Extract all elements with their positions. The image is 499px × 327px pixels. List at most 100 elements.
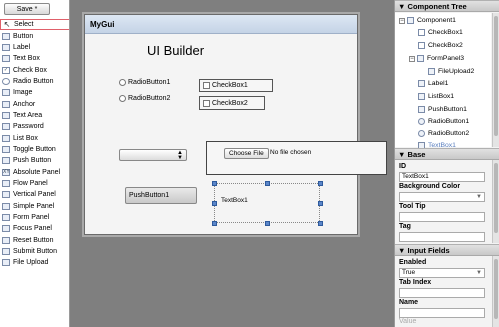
tree-item-radiobutton2[interactable]: RadioButton2 (418, 130, 469, 137)
checkbox-icon: ✓ (2, 66, 10, 74)
scroll-thumb[interactable] (494, 163, 498, 233)
palette-item-select[interactable]: ↖ Select (0, 19, 69, 31)
tree-item-listbox1[interactable]: ListBox1 (418, 93, 454, 100)
tree-item-formpanel3[interactable]: − FormPanel3 (409, 55, 464, 62)
resize-handle[interactable] (318, 201, 323, 206)
tag-field[interactable] (399, 232, 485, 242)
design-window[interactable]: MyGui UI Builder RadioButton1 RadioButto… (84, 14, 387, 235)
collapse-triangle-icon: ▼ (398, 246, 406, 255)
tree-item-pushbutton1[interactable]: PushButton1 (418, 106, 467, 113)
resize-handle[interactable] (212, 201, 217, 206)
palette-item-checkbox[interactable]: ✓ Check Box (0, 64, 69, 75)
base-scrollbar[interactable] (492, 160, 499, 243)
palette-item-file-upload[interactable]: File Upload (0, 257, 69, 268)
scroll-thumb[interactable] (494, 16, 498, 136)
listbox-1[interactable]: ▲ ▼ (119, 149, 187, 161)
save-button[interactable]: Save * (4, 3, 50, 15)
input-fields-scrollbar[interactable] (492, 256, 499, 327)
ui-builder-heading[interactable]: UI Builder (147, 43, 204, 58)
palette-item-flow-panel[interactable]: Flow Panel (0, 178, 69, 189)
resize-handle[interactable] (265, 221, 270, 226)
name-field[interactable] (399, 308, 485, 318)
checkbox-label: CheckBox2 (212, 99, 248, 107)
palette-item-label: Radio Button (13, 77, 54, 85)
component-tree-header[interactable]: ▼ Component Tree (395, 0, 499, 12)
resize-handle[interactable] (318, 221, 323, 226)
scroll-thumb[interactable] (494, 259, 498, 319)
palette-item-textarea[interactable]: Text Area (0, 110, 69, 121)
tree-item-fileupload2[interactable]: FileUpload2 (428, 68, 474, 75)
palette-item-reset-button[interactable]: Reset Button (0, 235, 69, 246)
tree-label: CheckBox2 (428, 42, 463, 49)
palette-item-simple-panel[interactable]: Simple Panel (0, 201, 69, 212)
tree-label: RadioButton1 (428, 118, 470, 125)
palette-item-vertical-panel[interactable]: Vertical Panel (0, 189, 69, 200)
palette-item-textbox[interactable]: Text Box (0, 53, 69, 64)
input-fields-header[interactable]: ▼ Input Fields (395, 244, 499, 256)
palette-item-button[interactable]: Button (0, 30, 69, 41)
choose-file-button[interactable]: Choose File (224, 148, 269, 159)
palette-item-absolute-panel[interactable]: XY Absolute Panel (0, 166, 69, 177)
palette-item-label: Push Button (13, 157, 52, 165)
palette-item-form-panel[interactable]: Form Panel (0, 212, 69, 223)
palette-item-listbox[interactable]: List Box (0, 132, 69, 143)
push-button-1[interactable]: PushButton1 (125, 187, 197, 204)
palette-item-label: Focus Panel (13, 225, 52, 233)
textarea-icon (2, 111, 10, 119)
palette-item-pushbutton[interactable]: Push Button (0, 155, 69, 166)
checkbox-2[interactable]: CheckBox2 (199, 96, 265, 110)
design-surface[interactable]: UI Builder RadioButton1 RadioButton2 Che… (85, 35, 387, 235)
palette-list: ↖ Select Button Label Text Box ✓ Check B… (0, 19, 69, 269)
enabled-label: Enabled (399, 259, 427, 266)
palette-item-password[interactable]: Password (0, 121, 69, 132)
textbox-label: TextBox1 (221, 197, 248, 204)
resize-handle[interactable] (318, 181, 323, 186)
anchor-icon (2, 100, 10, 108)
palette-item-focus-panel[interactable]: Focus Panel (0, 223, 69, 234)
checkbox-icon (418, 42, 425, 49)
component-palette: Save * ↖ Select Button Label Text Box ✓ … (0, 0, 70, 327)
palette-item-label[interactable]: Label (0, 42, 69, 53)
resize-handle[interactable] (212, 221, 217, 226)
tree-item-checkbox2[interactable]: CheckBox2 (418, 42, 463, 49)
palette-item-label: Reset Button (13, 236, 54, 244)
label-icon (2, 43, 10, 51)
palette-item-label: Vertical Panel (13, 191, 56, 199)
radio-button-2[interactable]: RadioButton2 (119, 95, 170, 102)
tooltip-field[interactable] (399, 212, 485, 222)
collapse-minus-icon[interactable]: − (409, 55, 415, 62)
resize-handle[interactable] (265, 181, 270, 186)
tree-item-radiobutton1[interactable]: RadioButton1 (418, 118, 469, 125)
resize-handle[interactable] (212, 181, 217, 186)
checkbox-1[interactable]: CheckBox1 (199, 79, 273, 92)
palette-item-label: List Box (13, 134, 38, 142)
background-color-label: Background Color (399, 183, 461, 190)
tab-index-label: Tab Index (399, 279, 432, 286)
enabled-select[interactable]: True ▼ (399, 268, 485, 278)
palette-item-label: Button (13, 32, 34, 40)
base-header[interactable]: ▼ Base (395, 148, 499, 160)
absolute-panel-icon: XY (2, 168, 10, 176)
palette-item-label: Submit Button (13, 248, 57, 256)
background-color-select[interactable]: ▼ (399, 192, 485, 202)
palette-item-toggle[interactable]: Toggle Button (0, 144, 69, 155)
tree-scrollbar[interactable] (492, 13, 499, 147)
palette-item-image[interactable]: Image (0, 87, 69, 98)
palette-item-label: Anchor (13, 100, 36, 108)
simple-panel-icon (2, 202, 10, 210)
textbox-1[interactable]: TextBox1 (212, 181, 323, 226)
absolute-panel-icon (407, 17, 414, 24)
tree-item-component1[interactable]: − Component1 (399, 17, 456, 24)
tree-item-label1[interactable]: Label1 (418, 80, 448, 87)
radio-button-1[interactable]: RadioButton1 (119, 79, 170, 86)
tab-index-field[interactable] (399, 288, 485, 298)
id-field[interactable]: TextBox1 (399, 172, 485, 182)
form-panel[interactable]: Choose File No file chosen (206, 141, 387, 175)
palette-item-submit-button[interactable]: Submit Button (0, 246, 69, 257)
palette-item-radio[interactable]: Radio Button (0, 76, 69, 87)
window-title[interactable]: MyGui (85, 15, 357, 34)
palette-item-anchor[interactable]: Anchor (0, 98, 69, 109)
collapse-minus-icon[interactable]: − (399, 17, 405, 24)
checkbox-icon (418, 29, 425, 36)
tree-item-checkbox1[interactable]: CheckBox1 (418, 29, 463, 36)
